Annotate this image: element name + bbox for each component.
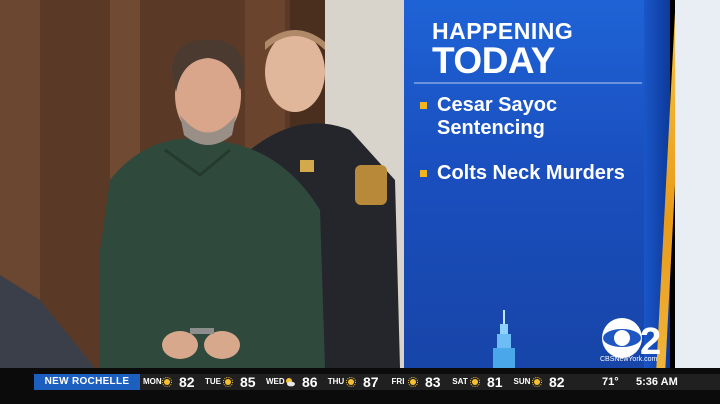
sun-icon: [346, 377, 356, 387]
sun-icon: [470, 377, 480, 387]
forecast-day: THU 87: [327, 374, 389, 390]
forecast-day: SAT 81: [451, 374, 513, 390]
empire-state-building-icon: [493, 310, 515, 368]
bullet-icon: [420, 102, 427, 109]
happening-today-panel: HAPPENING TODAY Cesar Sayoc Sentencing C…: [404, 0, 720, 368]
forecast-temp: 86: [302, 374, 318, 390]
forecast-day-label: TUE: [205, 377, 221, 386]
story-item: Colts Neck Murders: [420, 162, 637, 185]
forecast-day: FRI 83: [389, 374, 451, 390]
forecast-day: WED 86: [266, 374, 328, 390]
ticker-city: NEW ROCHELLE: [34, 374, 140, 390]
forecast-day-label: FRI: [391, 377, 405, 386]
forecast-temp: 85: [240, 374, 256, 390]
sun-icon: [532, 377, 542, 387]
logo-caption: CBSNewYork.com: [600, 356, 658, 363]
forecast-temp: 87: [363, 374, 379, 390]
forecast-temp: 83: [425, 374, 441, 390]
forecast-day-label: WED: [266, 377, 285, 386]
forecast-temp: 82: [179, 374, 195, 390]
forecast-day-label: SAT: [452, 377, 468, 386]
forecast-temp: 81: [487, 374, 503, 390]
sun-icon: [162, 377, 172, 387]
story-item-label: Colts Neck Murders: [437, 162, 625, 184]
current-temperature: 71°: [602, 376, 619, 388]
forecast-day: MON 82: [143, 374, 205, 390]
forecast-temp: 82: [549, 374, 565, 390]
panel-light-margin: [675, 0, 720, 368]
forecast-day-label: THU: [327, 377, 345, 386]
weather-ticker: NEW ROCHELLE MON 82 TUE 85 WED 86 THU 87…: [0, 368, 720, 404]
forecast-day-label: MON: [143, 377, 162, 386]
header-divider: [414, 82, 642, 84]
forecast-day: SUN 82: [513, 374, 575, 390]
story-item: Cesar Sayoc Sentencing: [420, 94, 637, 140]
partly-cloudy-icon: [286, 378, 295, 387]
sun-icon: [408, 377, 418, 387]
bullet-icon: [420, 170, 427, 177]
sun-icon: [223, 377, 233, 387]
forecast-day-label: SUN: [513, 377, 531, 386]
header-line-2: TODAY: [432, 40, 555, 81]
forecast-day: TUE 85: [204, 374, 266, 390]
current-time: 5:36 AM: [636, 376, 678, 388]
story-item-label: Cesar Sayoc Sentencing: [437, 94, 558, 139]
